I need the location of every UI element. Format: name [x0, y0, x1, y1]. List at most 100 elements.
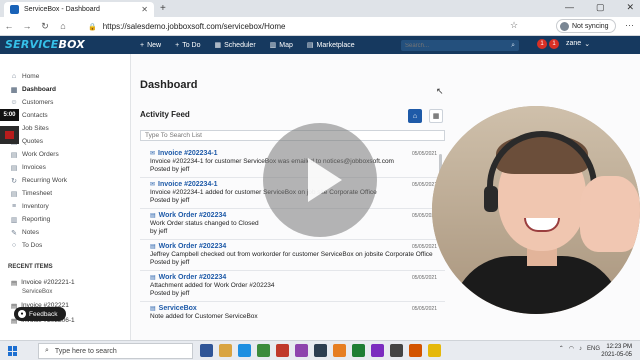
todos-icon: ○: [11, 242, 17, 249]
page-title: Dashboard: [140, 79, 198, 91]
clock-time: 12:23 PM: [606, 344, 632, 350]
sidebar-item-customers[interactable]: ☺ Customers: [10, 96, 67, 109]
plus-icon: +: [140, 41, 145, 49]
entry-link[interactable]: Invoice #202234-1: [158, 181, 218, 188]
menu-todo[interactable]: + To Do: [175, 42, 200, 49]
sidebar-item-timesheet[interactable]: ▤ Timesheet: [10, 187, 67, 200]
recent-item[interactable]: ▤ Invoice #202221-1 ServiceBox: [11, 279, 75, 295]
close-icon[interactable]: ✕: [141, 5, 148, 14]
back-icon[interactable]: ←: [0, 21, 18, 31]
browser-tab-bar: ServiceBox - Dashboard ✕ + — ▢ ✕: [0, 0, 640, 17]
sidebar-item-label: Contacts: [22, 112, 48, 119]
taskbar-apps: [200, 344, 441, 357]
sidebar-item-dashboard[interactable]: ▦ Dashboard: [10, 83, 67, 96]
sidebar-item-recurring-work[interactable]: ↻ Recurring Work: [10, 174, 67, 187]
sidebar-item-label: Home: [22, 73, 40, 80]
play-icon: [308, 158, 342, 202]
minimize-icon[interactable]: —: [565, 2, 574, 13]
app-search: ⌕: [401, 40, 519, 51]
url-field[interactable]: 🔒 https://salesdemo.jobboxsoft.com/servi…: [82, 20, 552, 33]
taskbar-clock[interactable]: 12:23 PM 2021-05-05: [601, 343, 632, 359]
app-icon[interactable]: [276, 344, 289, 357]
entry-link[interactable]: Work Order #202234: [159, 274, 227, 281]
app-icon[interactable]: [390, 344, 403, 357]
app-icon[interactable]: [314, 344, 327, 357]
invoice-icon: ▤: [11, 280, 18, 287]
feed-home-button[interactable]: ⌂: [408, 109, 422, 123]
entry-link[interactable]: Invoice #202234-1: [158, 150, 218, 157]
list-item: ▤ Work Order #202234 05/05/2021 Attachmen…: [140, 271, 445, 302]
entry-link[interactable]: Work Order #202234: [159, 243, 227, 250]
feedback-button[interactable]: ● Feedback: [14, 307, 66, 321]
menu-map[interactable]: ▥ Map: [270, 41, 293, 50]
message-badge[interactable]: 1: [549, 39, 559, 49]
mouse-cursor-icon: ↖: [436, 86, 444, 96]
work-orders-icon: ▤: [10, 151, 18, 159]
maximize-icon[interactable]: ▢: [596, 2, 605, 13]
sidebar-item-invoices[interactable]: ▤ Invoices: [10, 161, 67, 174]
home-browser-icon[interactable]: ⌂: [54, 21, 72, 31]
sidebar-item-label: Inventory: [22, 203, 49, 210]
app-icon[interactable]: [295, 344, 308, 357]
sidebar-item-label: Notes: [22, 229, 39, 236]
more-menu-icon[interactable]: ⋯: [625, 20, 634, 31]
lock-icon: 🔒: [88, 23, 97, 31]
close-window-icon[interactable]: ✕: [626, 2, 634, 13]
inventory-icon: ≡: [11, 203, 17, 210]
forward-icon[interactable]: →: [18, 21, 36, 31]
header-notifications: 1 1: [537, 39, 559, 49]
entry-text: Note added for Customer ServiceBox: [150, 313, 258, 320]
address-bar: ← → ↻ ⌂ 🔒 https://salesdemo.jobboxsoft.c…: [0, 17, 640, 36]
sidebar-item-inventory[interactable]: ≡ Inventory: [10, 200, 67, 213]
user-menu[interactable]: zane ⌄: [566, 40, 590, 48]
entry-link[interactable]: ServiceBox: [159, 305, 197, 312]
sidebar-item-todos[interactable]: ○ To Dos: [10, 239, 67, 252]
wifi-icon[interactable]: ◠: [569, 345, 574, 352]
app-icon[interactable]: [371, 344, 384, 357]
recent-items-list: ▤ Invoice #202221-1 ServiceBox ▤ Invoice #…: [11, 279, 75, 332]
chrome-icon[interactable]: [428, 344, 441, 357]
entry-link[interactable]: Work Order #202234: [159, 212, 227, 219]
sync-button[interactable]: Not syncing: [556, 19, 616, 33]
notification-badge[interactable]: 1: [537, 39, 547, 49]
video-play-button[interactable]: [263, 123, 377, 237]
home-icon: ⌂: [11, 73, 17, 80]
taskbar-search[interactable]: ⌕ Type here to search: [38, 343, 193, 359]
refresh-icon[interactable]: ↻: [36, 21, 54, 32]
sidebar-item-label: Job Sites: [22, 125, 49, 132]
windows-start-icon[interactable]: [8, 346, 18, 356]
search-input[interactable]: [405, 42, 512, 49]
new-tab-icon[interactable]: +: [160, 3, 166, 14]
task-view-icon[interactable]: [200, 344, 213, 357]
menu-scheduler[interactable]: ▦ Scheduler: [215, 41, 256, 50]
feedback-label: Feedback: [29, 310, 58, 318]
sidebar-item-home[interactable]: ⌂ Home: [10, 70, 67, 83]
menu-new[interactable]: + New: [140, 42, 161, 49]
browser-tab[interactable]: ServiceBox - Dashboard ✕: [4, 2, 154, 17]
sync-label: Not syncing: [572, 22, 609, 30]
servicebox-logo[interactable]: SERVICEBOX: [5, 38, 85, 51]
list-item: ▤ Work Order #202234 05/05/2021 Jeffrey C…: [140, 240, 445, 271]
app-icon[interactable]: [409, 344, 422, 357]
search-icon[interactable]: ⌕: [511, 42, 515, 50]
record-stop-button[interactable]: [0, 126, 19, 144]
app-icon[interactable]: [257, 344, 270, 357]
volume-icon[interactable]: ♪: [579, 346, 582, 352]
excel-icon[interactable]: [352, 344, 365, 357]
chevron-up-icon[interactable]: ⌃: [559, 345, 564, 352]
document-icon: ▤: [150, 244, 156, 250]
sidebar-item-reporting[interactable]: ▥ Reporting: [10, 213, 67, 226]
plus-icon: +: [175, 41, 180, 49]
file-explorer-icon[interactable]: [219, 344, 232, 357]
recent-item-sub: ServiceBox: [22, 289, 53, 295]
app-icon[interactable]: [333, 344, 346, 357]
notes-icon: ✎: [11, 229, 17, 237]
edge-icon[interactable]: [238, 344, 251, 357]
home-icon: ⌂: [412, 112, 418, 120]
sidebar-item-work-orders[interactable]: ▤ Work Orders: [10, 148, 67, 161]
sidebar-item-notes[interactable]: ✎ Notes: [10, 226, 67, 239]
language-indicator[interactable]: ENG: [587, 346, 600, 352]
sidebar-item-label: Work Orders: [22, 151, 59, 158]
favorite-star-icon[interactable]: ☆: [510, 20, 518, 31]
menu-marketplace[interactable]: ▤ Marketplace: [307, 41, 355, 50]
